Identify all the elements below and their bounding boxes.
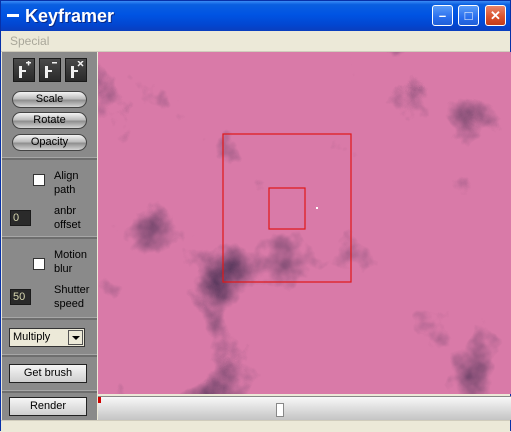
title-bar[interactable]: Keyframer – □ ✕ xyxy=(1,1,510,31)
delete-keyframe-icon xyxy=(71,61,84,78)
menu-bar: Special xyxy=(1,31,510,52)
blend-mode-select[interactable]: Multiply xyxy=(9,328,85,347)
timeline-slider[interactable] xyxy=(98,396,511,420)
render-button[interactable]: Render xyxy=(9,397,87,416)
cloud-texture-image xyxy=(98,52,511,394)
control-panel: Scale Rotate Opacity Align path 0 anbr off… xyxy=(2,52,97,420)
set-keyframe-button[interactable] xyxy=(39,58,61,82)
pivot-point[interactable] xyxy=(316,207,318,209)
divider xyxy=(2,354,97,357)
offset-field[interactable]: 0 xyxy=(10,210,31,226)
add-keyframe-icon xyxy=(19,61,31,78)
offset-label: anbr offset xyxy=(54,205,81,231)
window-title: Keyframer xyxy=(25,6,115,26)
keyframer-window: Keyframer – □ ✕ Special Scale Rotate Opa… xyxy=(0,0,511,432)
shutter-speed-field[interactable]: 50 xyxy=(10,289,31,305)
divider xyxy=(2,157,97,160)
window-menu-icon[interactable] xyxy=(7,14,19,17)
get-brush-button[interactable]: Get brush xyxy=(9,364,87,383)
menu-item-special[interactable]: Special xyxy=(10,34,49,48)
rotate-button[interactable]: Rotate xyxy=(12,112,87,129)
maximize-icon: □ xyxy=(464,8,473,23)
scale-button[interactable]: Scale xyxy=(12,91,87,108)
set-keyframe-icon xyxy=(45,62,57,78)
chevron-down-icon[interactable] xyxy=(68,330,83,345)
maximize-button[interactable]: □ xyxy=(458,5,479,26)
align-path-checkbox[interactable] xyxy=(33,174,45,186)
preview-canvas[interactable] xyxy=(98,52,511,394)
minimize-icon: – xyxy=(438,8,447,23)
align-path-label: Align path xyxy=(54,170,79,196)
timeline-start-marker xyxy=(98,397,101,403)
blend-mode-value: Multiply xyxy=(13,331,51,343)
close-button[interactable]: ✕ xyxy=(485,5,506,26)
divider xyxy=(2,390,97,393)
motion-blur-label: Motion blur xyxy=(54,249,88,275)
motion-blur-checkbox[interactable] xyxy=(33,258,45,270)
add-keyframe-button[interactable] xyxy=(13,58,35,82)
divider xyxy=(2,317,97,320)
opacity-button[interactable]: Opacity xyxy=(12,134,87,151)
close-icon: ✕ xyxy=(490,8,501,23)
status-bar xyxy=(1,420,510,432)
divider xyxy=(2,236,97,239)
delete-keyframe-button[interactable] xyxy=(65,58,87,82)
minimize-button[interactable]: – xyxy=(432,5,453,26)
timeline-thumb[interactable] xyxy=(276,403,284,417)
shutter-speed-label: Shutter speed xyxy=(54,284,90,310)
